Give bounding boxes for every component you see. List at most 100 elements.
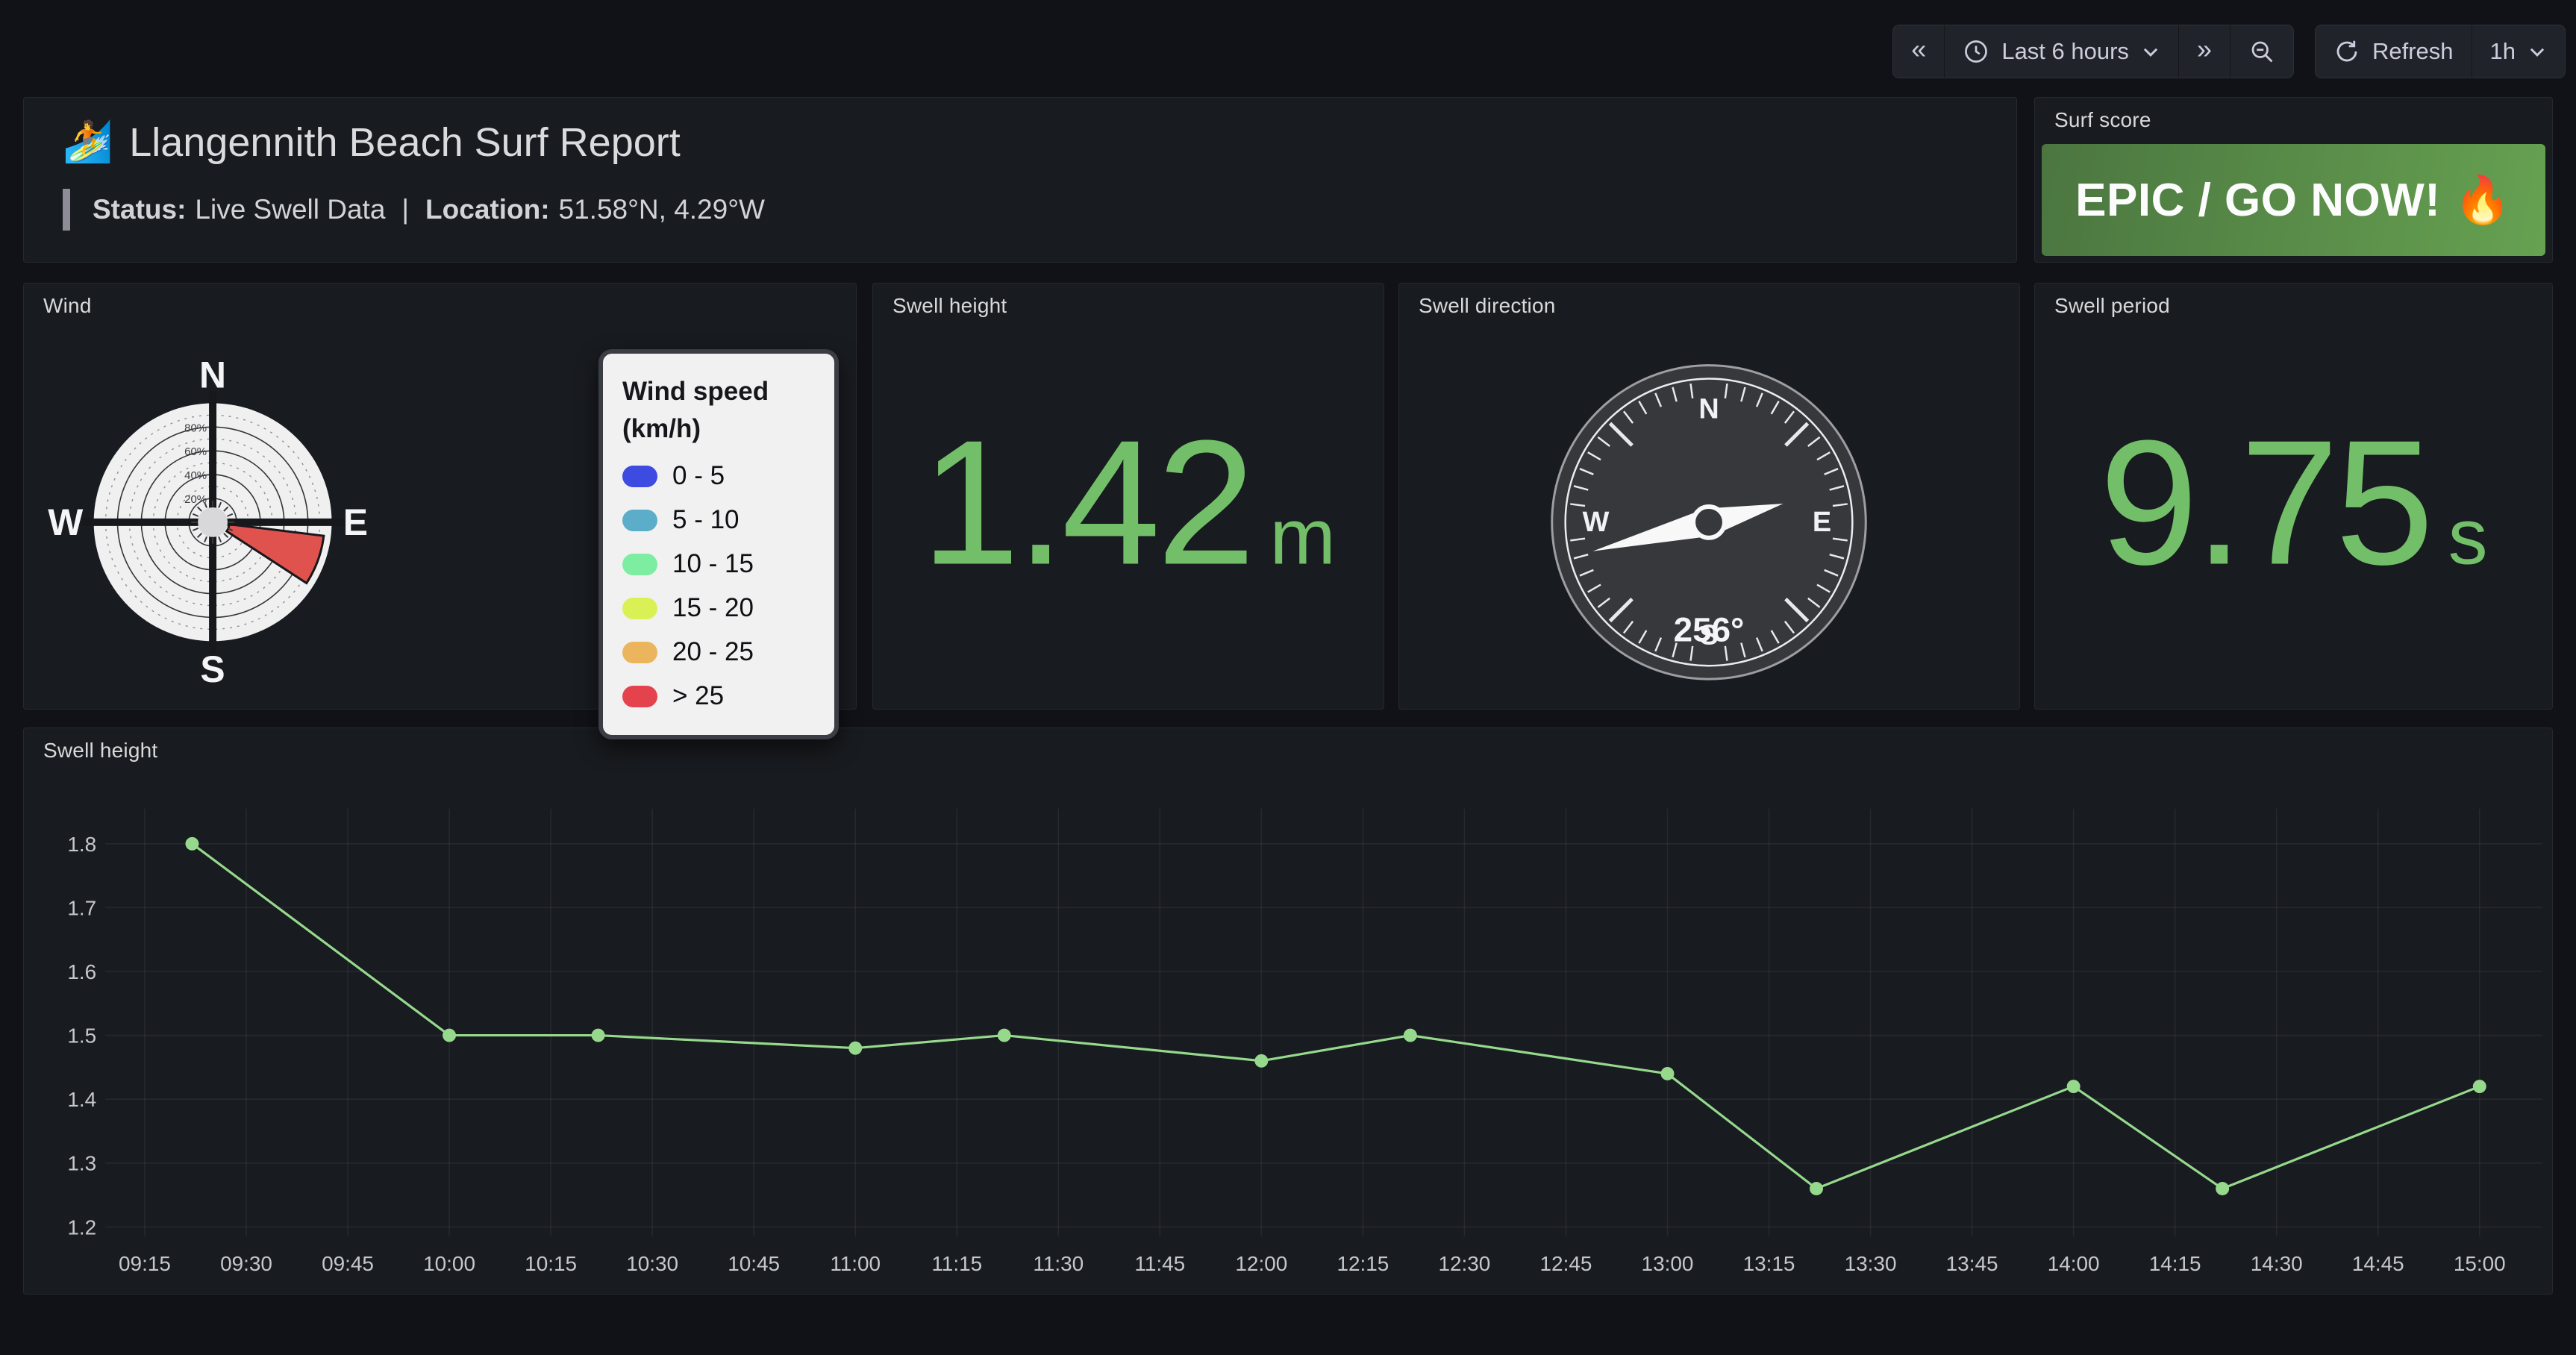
svg-text:12:30: 12:30: [1438, 1252, 1490, 1275]
legend-item[interactable]: > 25: [622, 681, 815, 711]
svg-text:14:45: 14:45: [2352, 1252, 2404, 1275]
svg-text:12:15: 12:15: [1337, 1252, 1389, 1275]
svg-text:14:15: 14:15: [2149, 1252, 2201, 1275]
time-range-label: Last 6 hours: [2001, 38, 2129, 65]
wind-panel: Wind 20%40%60%80%NESW Wind speed (km/h) …: [23, 283, 857, 710]
refresh-label: Refresh: [2372, 38, 2454, 65]
swell-direction-panel: Swell direction NESW256°: [1398, 283, 2020, 710]
svg-text:09:15: 09:15: [119, 1252, 171, 1275]
svg-text:1.8: 1.8: [67, 833, 96, 856]
location-label: Location:: [425, 194, 549, 225]
time-shift-back-button[interactable]: «: [1893, 25, 1944, 78]
svg-text:256°: 256°: [1674, 610, 1745, 648]
svg-text:10:00: 10:00: [423, 1252, 475, 1275]
time-range-group: « Last 6 hours »: [1892, 25, 2294, 78]
page-title: 🏄 Llangennith Beach Surf Report: [63, 119, 681, 166]
svg-text:1.2: 1.2: [67, 1215, 96, 1239]
svg-text:12:45: 12:45: [1540, 1252, 1592, 1275]
swell-height-unit: m: [1269, 492, 1335, 583]
svg-text:09:45: 09:45: [322, 1252, 374, 1275]
svg-text:40%: 40%: [184, 469, 207, 482]
svg-text:S: S: [200, 648, 225, 690]
status-line: Status: Live Swell Data | Location: 51.5…: [63, 189, 765, 231]
svg-text:15:00: 15:00: [2454, 1252, 2506, 1275]
panel-title[interactable]: Wind: [43, 294, 92, 318]
svg-text:E: E: [343, 501, 368, 543]
legend-item[interactable]: 0 - 5: [622, 461, 815, 491]
svg-text:1.4: 1.4: [67, 1088, 96, 1111]
chevron-down-icon: [2527, 42, 2547, 61]
refresh-button[interactable]: Refresh: [2316, 25, 2472, 78]
svg-text:13:00: 13:00: [1642, 1252, 1694, 1275]
refresh-icon: [2333, 38, 2360, 65]
svg-text:10:15: 10:15: [525, 1252, 577, 1275]
panel-title[interactable]: Swell height: [43, 739, 157, 763]
swell-height-value: 1.42: [921, 415, 1251, 592]
quote-bar: [63, 189, 70, 231]
svg-text:11:30: 11:30: [1033, 1252, 1084, 1275]
swell-period-stat-panel: Swell period 9.75 s: [2034, 283, 2553, 710]
compass-gauge: NESW256°: [1399, 284, 2019, 709]
panel-title[interactable]: Swell period: [2054, 294, 2170, 318]
legend-title: Wind speed (km/h): [622, 373, 815, 447]
legend-item[interactable]: 5 - 10: [622, 505, 815, 535]
chevrons-right-icon: »: [2197, 36, 2212, 67]
svg-text:60%: 60%: [184, 445, 207, 458]
swell-height-chart-panel: Swell height 09:1509:3009:4510:0010:1510…: [23, 727, 2553, 1295]
panel-title[interactable]: Surf score: [2054, 108, 2151, 132]
legend-swatch: [622, 598, 657, 619]
time-range-picker-button[interactable]: Last 6 hours: [1944, 25, 2178, 78]
panel-title[interactable]: Swell height: [892, 294, 1007, 318]
legend-swatch: [622, 686, 657, 707]
location-value: 51.58°N, 4.29°W: [559, 194, 765, 225]
surf-score-value: EPIC / GO NOW! 🔥: [2042, 144, 2545, 256]
svg-text:12:00: 12:00: [1235, 1252, 1287, 1275]
swell-height-timeseries[interactable]: 09:1509:3009:4510:0010:1510:3010:4511:00…: [24, 728, 2552, 1294]
grafana-dashboard: « Last 6 hours »: [0, 0, 2576, 1355]
refresh-group: Refresh 1h: [2315, 25, 2566, 78]
refresh-interval-label: 1h: [2490, 38, 2516, 65]
svg-text:W: W: [48, 501, 83, 543]
legend-item[interactable]: 10 - 15: [622, 549, 815, 579]
surfer-emoji-icon: 🏄: [63, 119, 113, 166]
swell-period-value: 9.75: [2099, 415, 2430, 592]
svg-text:1.5: 1.5: [67, 1024, 96, 1048]
legend-items: 0 - 5 5 - 10 10 - 15 15 - 20 20 - 25 > 25: [622, 461, 815, 711]
svg-text:E: E: [1813, 507, 1831, 538]
legend-item[interactable]: 20 - 25: [622, 637, 815, 667]
status-value: Live Swell Data: [195, 194, 385, 225]
time-controls-toolbar: « Last 6 hours »: [1892, 25, 2566, 78]
svg-text:13:30: 13:30: [1845, 1252, 1897, 1275]
report-header-panel: 🏄 Llangennith Beach Surf Report Status: …: [23, 97, 2017, 263]
zoom-out-time-button[interactable]: [2230, 25, 2293, 78]
wind-speed-legend: Wind speed (km/h) 0 - 5 5 - 10 10 - 15 15 -…: [598, 349, 839, 739]
refresh-interval-button[interactable]: 1h: [2472, 25, 2565, 78]
legend-item[interactable]: 15 - 20: [622, 593, 815, 623]
svg-text:N: N: [199, 354, 226, 396]
legend-label: > 25: [672, 681, 724, 711]
swell-period-unit: s: [2448, 492, 2488, 583]
svg-text:14:00: 14:00: [2048, 1252, 2100, 1275]
legend-label: 20 - 25: [672, 637, 754, 667]
legend-label: 0 - 5: [672, 461, 725, 491]
chevrons-left-icon: «: [1911, 36, 1926, 67]
svg-text:80%: 80%: [184, 422, 207, 434]
magnifier-minus-icon: [2248, 38, 2275, 65]
svg-text:10:45: 10:45: [728, 1252, 780, 1275]
stat-value: 1.42 m: [873, 415, 1384, 592]
separator: |: [401, 194, 409, 225]
panel-title[interactable]: Swell direction: [1419, 294, 1556, 318]
svg-text:W: W: [1583, 507, 1610, 538]
svg-text:11:15: 11:15: [931, 1252, 982, 1275]
svg-text:13:15: 13:15: [1743, 1252, 1795, 1275]
chevron-down-icon: [2141, 42, 2160, 61]
legend-label: 5 - 10: [672, 505, 740, 535]
surf-score-panel: Surf score EPIC / GO NOW! 🔥: [2034, 97, 2553, 263]
legend-label: 10 - 15: [672, 549, 754, 579]
svg-text:1.3: 1.3: [67, 1152, 96, 1175]
svg-text:1.6: 1.6: [67, 960, 96, 983]
swell-height-stat-panel: Swell height 1.42 m: [872, 283, 1384, 710]
clock-icon: [1963, 38, 1989, 65]
time-shift-forward-button[interactable]: »: [2178, 25, 2230, 78]
status-label: Status:: [93, 194, 186, 225]
